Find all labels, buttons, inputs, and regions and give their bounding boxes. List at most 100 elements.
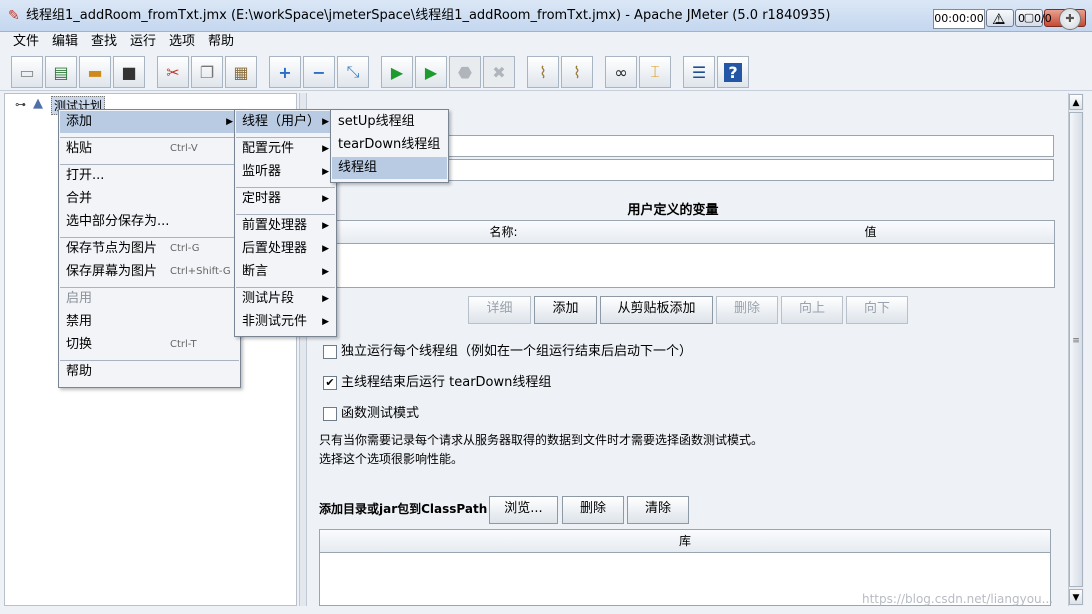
function-helper-icon[interactable]: ☰ bbox=[683, 56, 715, 88]
classpath-delete-button[interactable]: 删除 bbox=[562, 496, 624, 524]
context-menu-add[interactable]: 添加 ▶ bbox=[60, 111, 239, 133]
menu-search[interactable]: 查找 bbox=[91, 34, 117, 50]
context-menu-paste[interactable]: 粘贴 Ctrl-V bbox=[60, 138, 239, 160]
menu-options[interactable]: 选项 bbox=[169, 34, 195, 50]
user-variables-table[interactable]: 名称: 值 bbox=[319, 220, 1055, 288]
help-icon[interactable]: ? bbox=[717, 56, 749, 88]
collapse-icon[interactable]: − bbox=[303, 56, 335, 88]
menu-label: 切换 bbox=[66, 337, 93, 352]
detail-button[interactable]: 详细 bbox=[468, 296, 531, 324]
remote-status-icon[interactable]: ✚ bbox=[1059, 8, 1081, 30]
threads-submenu-thread-group[interactable]: 线程组 bbox=[332, 157, 447, 179]
classpath-label: 添加目录或jar包到ClassPath bbox=[319, 502, 488, 516]
column-name[interactable]: 名称: bbox=[320, 221, 688, 244]
add-submenu-non-test[interactable]: 非测试元件 ▶ bbox=[236, 311, 335, 333]
column-value[interactable]: 值 bbox=[687, 221, 1054, 244]
context-menu-save-node-image[interactable]: 保存节点为图片 Ctrl-G bbox=[60, 238, 239, 260]
serialize-threadgroups-option[interactable]: 独立运行每个线程组（例如在一个组运行结束后启动下一个） bbox=[323, 344, 692, 360]
templates-icon[interactable]: ▤ bbox=[45, 56, 77, 88]
clear-icon[interactable]: ⌇ bbox=[527, 56, 559, 88]
functional-mode-checkbox[interactable] bbox=[323, 407, 337, 421]
add-submenu: 线程（用户） ▶ 配置元件 ▶ 监听器 ▶ 定时器 ▶ 前置处理器 ▶ 后置处理… bbox=[234, 109, 337, 337]
add-from-clipboard-button[interactable]: 从剪贴板添加 bbox=[600, 296, 713, 324]
add-submenu-preprocessor[interactable]: 前置处理器 ▶ bbox=[236, 215, 335, 237]
context-menu-toggle[interactable]: 切换 Ctrl-T bbox=[60, 334, 239, 356]
column-library[interactable]: 库 bbox=[320, 530, 1050, 553]
context-menu-help[interactable]: 帮助 bbox=[60, 361, 239, 383]
add-button[interactable]: 添加 bbox=[534, 296, 597, 324]
shortcut-label: Ctrl-V bbox=[170, 143, 198, 154]
menu-label: setUp线程组 bbox=[338, 114, 415, 129]
scroll-thumb[interactable] bbox=[1069, 112, 1083, 587]
name-input[interactable] bbox=[446, 135, 1054, 157]
scroll-up-arrow-icon[interactable]: ▲ bbox=[1069, 94, 1083, 110]
reset-search-icon[interactable]: ⌶ bbox=[639, 56, 671, 88]
add-submenu-listener[interactable]: 监听器 ▶ bbox=[236, 161, 335, 183]
add-submenu-config[interactable]: 配置元件 ▶ bbox=[236, 138, 335, 160]
context-menu-save-screen-image[interactable]: 保存屏幕为图片 Ctrl+Shift-G bbox=[60, 261, 239, 283]
submenu-arrow-icon: ▶ bbox=[322, 194, 329, 204]
functional-mode-description: 只有当你需要记录每个请求从服务器取得的数据到文件时才需要选择函数测试模式。 bbox=[319, 433, 764, 447]
submenu-arrow-icon: ▶ bbox=[226, 117, 233, 127]
stop-icon[interactable]: ⬣ bbox=[449, 56, 481, 88]
classpath-clear-button[interactable]: 清除 bbox=[627, 496, 689, 524]
move-down-button[interactable]: 向下 bbox=[846, 296, 908, 324]
browse-button[interactable]: 浏览... bbox=[489, 496, 558, 524]
delete-button[interactable]: 删除 bbox=[716, 296, 778, 324]
performance-warning: 选择这个选项很影响性能。 bbox=[319, 452, 464, 466]
clear-all-icon[interactable]: ⌇ bbox=[561, 56, 593, 88]
menu-file[interactable]: 文件 bbox=[13, 34, 39, 50]
open-icon[interactable]: ▬ bbox=[79, 56, 111, 88]
add-submenu-assertion[interactable]: 断言 ▶ bbox=[236, 261, 335, 283]
paste-icon[interactable]: ▦ bbox=[225, 56, 257, 88]
watermark: https://blog.csdn.net/liangyou... bbox=[862, 592, 1054, 606]
menu-label: 定时器 bbox=[242, 191, 282, 206]
add-submenu-postprocessor[interactable]: 后置处理器 ▶ bbox=[236, 238, 335, 260]
menu-label: 保存屏幕为图片 bbox=[66, 264, 158, 279]
cut-icon[interactable]: ✂ bbox=[157, 56, 189, 88]
context-menu-disable[interactable]: 禁用 bbox=[60, 311, 239, 333]
add-submenu-test-fragment[interactable]: 测试片段 ▶ bbox=[236, 288, 335, 310]
add-submenu-timer[interactable]: 定时器 ▶ bbox=[236, 188, 335, 210]
warning-count: 0 bbox=[1018, 12, 1025, 25]
window-title: 线程组1_addRoom_fromTxt.jmx (E:\workSpace\j… bbox=[26, 8, 831, 23]
warning-icon[interactable]: ⚠ bbox=[992, 10, 1005, 28]
expand-icon[interactable]: + bbox=[269, 56, 301, 88]
menu-label: 帮助 bbox=[66, 364, 93, 379]
context-menu-save-selection[interactable]: 选中部分保存为... bbox=[60, 211, 239, 233]
menu-label: 添加 bbox=[66, 114, 93, 129]
toggle-icon[interactable]: ⤡ bbox=[337, 56, 369, 88]
new-icon[interactable]: ▭ bbox=[11, 56, 43, 88]
copy-icon[interactable]: ❐ bbox=[191, 56, 223, 88]
serialize-checkbox[interactable] bbox=[323, 345, 337, 359]
menu-label: 保存节点为图片 bbox=[66, 241, 158, 256]
context-menu-enable[interactable]: 启用 bbox=[60, 288, 239, 310]
comment-input[interactable] bbox=[446, 159, 1054, 181]
menu-label: 配置元件 bbox=[242, 141, 295, 156]
menu-help[interactable]: 帮助 bbox=[208, 34, 234, 50]
context-menu-merge[interactable]: 合并 bbox=[60, 188, 239, 210]
tree-node-toggle-icon[interactable]: ⊶ bbox=[15, 98, 26, 111]
search-icon[interactable]: ∞ bbox=[605, 56, 637, 88]
scroll-grip-icon: ≡ bbox=[1072, 336, 1080, 346]
submenu-arrow-icon: ▶ bbox=[322, 294, 329, 304]
menu-edit[interactable]: 编辑 bbox=[52, 34, 78, 50]
shutdown-icon[interactable]: ✖ bbox=[483, 56, 515, 88]
teardown-on-shutdown-option[interactable]: ✔ 主线程结束后运行 tearDown线程组 bbox=[323, 375, 551, 391]
context-menu: 添加 ▶ 粘贴 Ctrl-V 打开... 合并 选中部分保存为... 保存节点为… bbox=[58, 109, 241, 388]
scroll-down-arrow-icon[interactable]: ▼ bbox=[1069, 589, 1083, 605]
start-no-timers-icon[interactable]: ▶ bbox=[415, 56, 447, 88]
add-submenu-threads[interactable]: 线程（用户） ▶ bbox=[236, 111, 335, 133]
move-up-button[interactable]: 向上 bbox=[781, 296, 843, 324]
context-menu-open[interactable]: 打开... bbox=[60, 165, 239, 187]
functional-mode-option[interactable]: 函数测试模式 bbox=[323, 406, 419, 422]
menu-bar: 文件 编辑 查找 运行 选项 帮助 bbox=[0, 32, 1092, 52]
threads-submenu-setup[interactable]: setUp线程组 bbox=[332, 111, 447, 133]
submenu-arrow-icon: ▶ bbox=[322, 117, 329, 127]
save-icon[interactable]: ■ bbox=[113, 56, 145, 88]
threads-submenu-teardown[interactable]: tearDown线程组 bbox=[332, 134, 447, 156]
teardown-checkbox[interactable]: ✔ bbox=[323, 376, 337, 390]
test-plan-flask-icon: ▲ bbox=[33, 96, 43, 111]
menu-run[interactable]: 运行 bbox=[130, 34, 156, 50]
start-icon[interactable]: ▶ bbox=[381, 56, 413, 88]
